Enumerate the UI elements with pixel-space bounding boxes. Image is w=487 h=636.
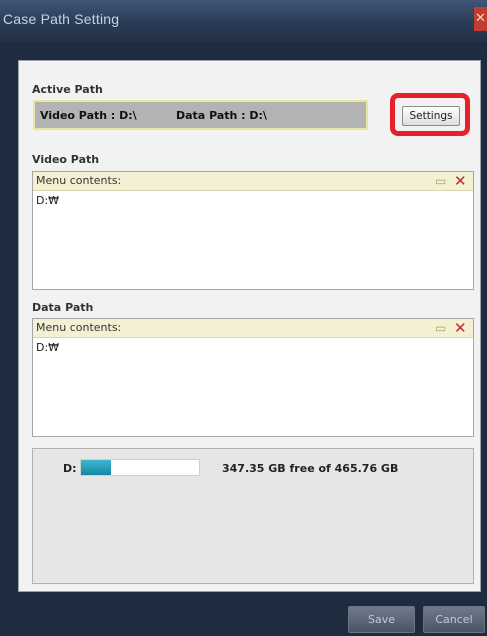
settings-highlight: Settings bbox=[390, 93, 470, 136]
video-path-list[interactable]: Menu contents: ▭ ✕ D:₩ bbox=[32, 171, 474, 290]
delete-icon[interactable]: ✕ bbox=[454, 173, 467, 189]
delete-icon[interactable]: ✕ bbox=[454, 320, 467, 336]
settings-button[interactable]: Settings bbox=[402, 106, 460, 126]
data-path-list[interactable]: Menu contents: ▭ ✕ D:₩ bbox=[32, 318, 474, 437]
new-item-icon[interactable]: ▭ bbox=[435, 173, 446, 189]
cancel-button[interactable]: Cancel bbox=[423, 606, 485, 633]
close-icon[interactable]: ✕ bbox=[474, 7, 487, 31]
disk-usage-fill bbox=[81, 460, 111, 475]
save-button[interactable]: Save bbox=[348, 606, 415, 633]
new-item-icon[interactable]: ▭ bbox=[435, 320, 446, 336]
active-path-heading: Active Path bbox=[32, 83, 103, 96]
data-path-heading: Data Path bbox=[32, 301, 94, 314]
disk-free-text: 347.35 GB free of 465.76 GB bbox=[222, 462, 399, 475]
window-title: Case Path Setting bbox=[3, 11, 120, 27]
settings-panel: Active Path Video Path : D:\ Data Path :… bbox=[18, 60, 481, 592]
list-item[interactable]: D:₩ bbox=[36, 194, 59, 207]
data-path-list-header-label: Menu contents: bbox=[36, 321, 122, 334]
active-path-box: Video Path : D:\ Data Path : D:\ bbox=[33, 100, 368, 130]
drive-label: D: bbox=[63, 462, 77, 475]
video-path-list-header: Menu contents: ▭ ✕ bbox=[33, 172, 473, 191]
title-bar[interactable]: Case Path Setting ✕ bbox=[0, 0, 487, 42]
video-path-list-header-label: Menu contents: bbox=[36, 174, 122, 187]
data-path-list-header: Menu contents: ▭ ✕ bbox=[33, 319, 473, 338]
case-path-setting-window: Case Path Setting ✕ Active Path Video Pa… bbox=[0, 0, 487, 636]
disk-usage-panel: D: 347.35 GB free of 465.76 GB bbox=[32, 448, 474, 584]
list-item[interactable]: D:₩ bbox=[36, 341, 59, 354]
disk-usage-bar bbox=[80, 459, 200, 476]
video-path-heading: Video Path bbox=[32, 153, 100, 166]
active-video-path: Video Path : D:\ bbox=[40, 109, 137, 122]
active-data-path: Data Path : D:\ bbox=[176, 109, 267, 122]
